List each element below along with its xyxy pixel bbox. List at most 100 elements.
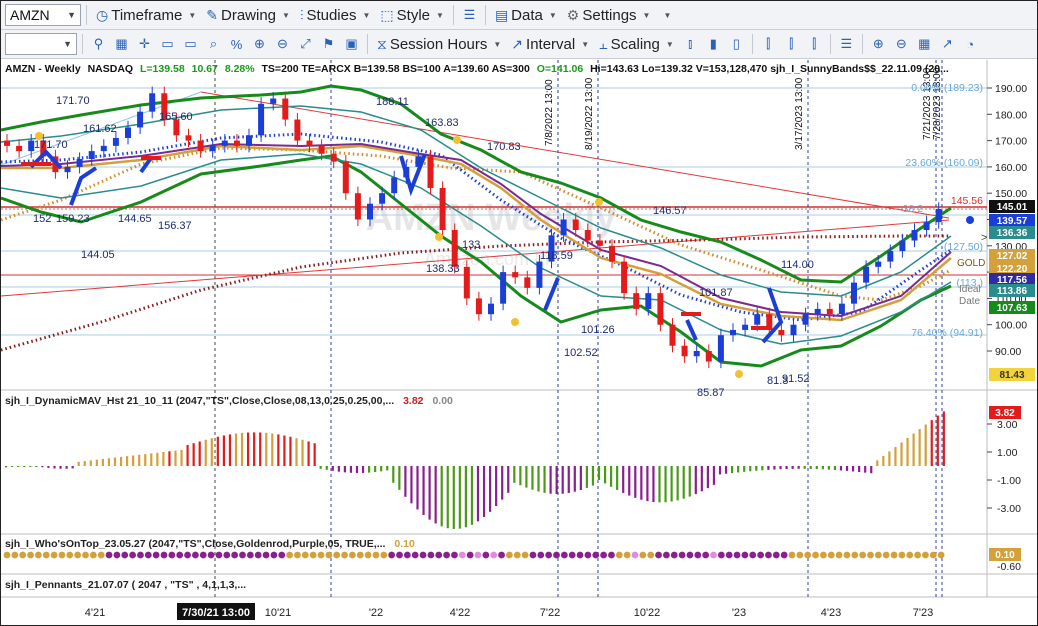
grid-icon[interactable]: ▦ <box>111 33 132 55</box>
who-on-top-dot <box>144 551 152 559</box>
who-on-top-dot <box>301 551 309 559</box>
candle-body <box>899 240 906 252</box>
histogram-bar <box>126 456 129 466</box>
table-icon[interactable]: ▦ <box>914 33 935 55</box>
candle-body <box>475 298 482 315</box>
zoom-out-icon[interactable]: ⊖ <box>272 33 293 55</box>
who-on-top-dot <box>207 551 215 559</box>
histogram-bar <box>77 461 80 466</box>
who-on-top-dot <box>678 551 686 559</box>
settings-menu[interactable]: ⚙ Settings ▼ <box>563 3 655 27</box>
histogram-bar <box>652 466 655 503</box>
who-on-top-dot <box>710 551 717 559</box>
volume-icon[interactable]: ⫿ <box>804 33 825 55</box>
histogram-bar <box>434 466 437 524</box>
histogram-bar <box>392 466 395 483</box>
trend-icon[interactable]: ↗ <box>937 33 958 55</box>
layout-icon[interactable]: ☰ <box>459 4 480 26</box>
indicator2-name: sjh_I_Who'sOnTop_23.05.27 (2047,"TS",Clo… <box>5 538 386 550</box>
who-on-top-dot <box>670 551 678 559</box>
who-on-top-dot <box>364 551 372 559</box>
histogram-bar <box>228 434 232 466</box>
time-tick: 4'21 <box>85 607 105 619</box>
who-on-top-dot <box>309 551 317 559</box>
who-on-top-dot <box>647 551 655 559</box>
session-hours-menu[interactable]: ⧖ Session Hours ▼ <box>373 32 505 56</box>
who-on-top-dot <box>278 551 286 559</box>
candle-outline-icon[interactable]: ▯ <box>726 33 747 55</box>
scaling-menu[interactable]: ⫠ Scaling ▼ <box>595 32 678 56</box>
histogram-bar <box>519 466 522 486</box>
lock-icon[interactable]: ▣ <box>341 33 362 55</box>
style-icon: ⬚ <box>380 6 394 23</box>
candle-body <box>100 145 107 152</box>
histogram-bar <box>319 466 322 469</box>
window-icon[interactable]: ▭ <box>157 33 178 55</box>
histogram-bar <box>549 466 552 494</box>
histogram-bar <box>222 435 225 466</box>
histogram-bar <box>380 466 383 472</box>
link-icon[interactable]: ⚲ <box>88 33 109 55</box>
zoom-out-icon[interactable]: ⊖ <box>891 33 912 55</box>
alert-icon[interactable]: ◔ <box>960 33 981 55</box>
fib-label: 76.40% (94.91) <box>911 327 983 339</box>
vline-date-label: 8/19/2022 13:00 <box>584 77 595 150</box>
layout-icon[interactable]: ☰ <box>836 33 857 55</box>
bar-chart-icon[interactable]: ⫾ <box>680 33 701 55</box>
volume-icon[interactable]: ⫿ <box>758 33 779 55</box>
candle-body <box>730 329 736 336</box>
histogram-bar <box>567 466 570 493</box>
zoom-chart-icon[interactable]: ⌕ <box>203 33 224 55</box>
link-selector[interactable]: ▼ <box>5 33 77 55</box>
data-menu[interactable]: ▤ Data ▼ <box>491 3 561 27</box>
price-label: 170.83 <box>487 141 521 153</box>
price-chart[interactable]: AMZN Weekly Amazon.com Inc 7/8/2022 13:0… <box>1 60 1037 625</box>
price-label: 171.70 <box>56 95 90 107</box>
who-on-top-dot <box>741 551 749 559</box>
drawing-menu[interactable]: ✎ Drawing ▼ <box>202 3 294 27</box>
studies-menu[interactable]: ⫶ Studies ▼ <box>296 3 374 27</box>
crosshair-icon[interactable]: ✛ <box>134 33 155 55</box>
zoom-in-icon[interactable]: ⊕ <box>868 33 889 55</box>
who-on-top-dot <box>537 551 545 559</box>
histogram-bar <box>458 466 461 529</box>
style-menu[interactable]: ⬚ Style ▼ <box>376 3 448 27</box>
who-on-top-dot <box>506 551 513 559</box>
candle-body <box>306 140 313 146</box>
flag-icon[interactable]: ⚑ <box>318 33 339 55</box>
timeframe-menu[interactable]: ◷ Timeframe ▼ <box>92 3 200 27</box>
candle-body <box>875 261 882 267</box>
histogram-bar <box>277 434 280 466</box>
candlestick-icon[interactable]: ▮ <box>703 33 724 55</box>
who-on-top-dot <box>411 551 419 559</box>
who-on-top-dot <box>749 551 757 559</box>
overflow-menu[interactable]: ▼ <box>656 3 675 27</box>
zoom-in-icon[interactable]: ⊕ <box>249 33 270 55</box>
percent-icon[interactable]: % <box>226 33 247 55</box>
who-on-top-dot <box>184 551 191 559</box>
header-symbol: AMZN - Weekly <box>5 63 81 75</box>
interval-menu[interactable]: ↗ Interval ▼ <box>507 32 593 56</box>
who-on-top-dot <box>388 551 396 559</box>
indicator1-value2: 0.00 <box>432 395 453 407</box>
volume-icon[interactable]: ⫿ <box>781 33 802 55</box>
who-on-top-dot <box>66 551 74 559</box>
toolbar-divider <box>82 34 83 54</box>
symbol-selector[interactable]: AMZN ▼ <box>5 4 81 26</box>
who-on-top-dot <box>694 551 702 559</box>
expand-icon[interactable]: ⤢ <box>295 33 316 55</box>
histogram-bar <box>640 466 643 500</box>
histogram-bar <box>706 466 709 489</box>
candle-body <box>197 140 204 152</box>
who-on-top-dot <box>584 551 592 559</box>
who-on-top-dot <box>757 551 764 559</box>
who-on-top-dot <box>780 551 788 559</box>
histogram-bar <box>779 466 782 470</box>
who-on-top-dot <box>294 551 301 559</box>
window-icon[interactable]: ▭ <box>180 33 201 55</box>
indicator2-title: sjh_I_Who'sOnTop_23.05.27 (2047,"TS",Clo… <box>5 538 415 550</box>
candle-body <box>4 140 10 146</box>
histogram-bar <box>870 466 873 474</box>
price-label: 144.05 <box>81 249 115 261</box>
histogram-bar <box>59 466 62 469</box>
